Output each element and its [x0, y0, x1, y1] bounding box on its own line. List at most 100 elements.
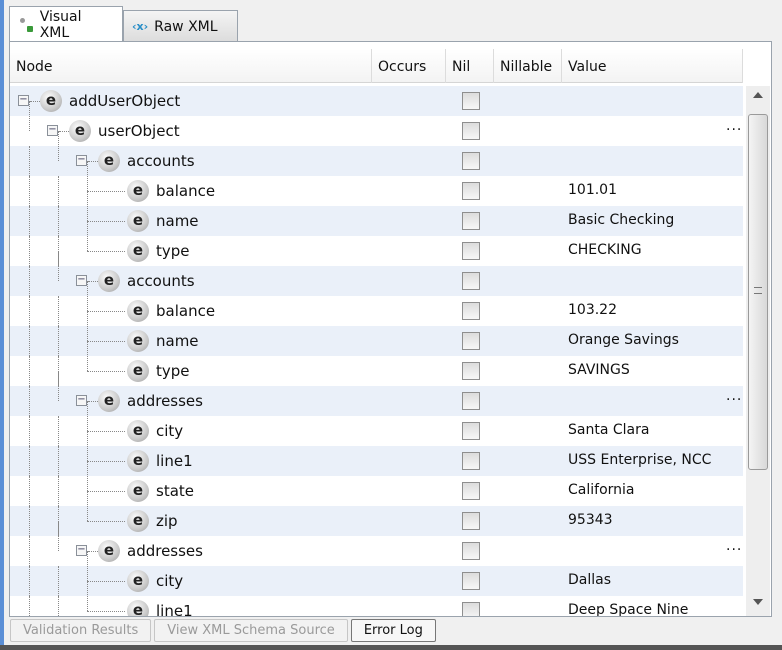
node-value[interactable]: 103.22: [568, 302, 617, 318]
column-header-value[interactable]: Value: [562, 49, 743, 83]
nil-checkbox[interactable]: [462, 122, 480, 140]
more-button[interactable]: ...: [726, 118, 742, 134]
tab-visual-xml[interactable]: Visual XML: [9, 6, 123, 42]
nil-checkbox[interactable]: [462, 182, 480, 200]
table-row[interactable]: e type CHECKING: [10, 221, 743, 266]
table-row[interactable]: e balance 101.01: [10, 161, 743, 206]
node-value[interactable]: 101.01: [568, 182, 617, 198]
nil-checkbox[interactable]: [462, 362, 480, 380]
tree-line: [58, 251, 59, 281]
collapse-toggle-icon[interactable]: −: [76, 155, 87, 166]
tab-error-log[interactable]: Error Log: [350, 619, 436, 642]
table-row[interactable]: e city Santa Clara: [10, 401, 743, 446]
node-value[interactable]: Basic Checking: [568, 212, 674, 228]
tree-line: [58, 446, 59, 476]
nil-checkbox[interactable]: [462, 302, 480, 320]
table-row[interactable]: e line1 USS Enterprise, NCC: [10, 431, 743, 476]
table-row[interactable]: − e addresses...: [10, 521, 743, 566]
nil-checkbox[interactable]: [462, 452, 480, 470]
tree-line: [29, 446, 30, 476]
nil-checkbox[interactable]: [462, 152, 480, 170]
tree-line: [87, 431, 88, 461]
nil-checkbox[interactable]: [462, 422, 480, 440]
element-icon: e: [127, 570, 149, 592]
collapse-toggle-icon[interactable]: −: [76, 545, 87, 556]
tree-line: [30, 101, 40, 102]
table-row[interactable]: e state California: [10, 461, 743, 506]
nil-checkbox[interactable]: [462, 332, 480, 350]
tree-line: [29, 566, 30, 596]
element-icon: e: [98, 270, 120, 292]
node-value[interactable]: Deep Space Nine: [568, 602, 688, 616]
nil-checkbox[interactable]: [462, 572, 480, 590]
tree-line: [58, 296, 59, 326]
table-row[interactable]: e city Dallas: [10, 551, 743, 596]
vertical-scrollbar[interactable]: [746, 86, 770, 616]
element-icon: e: [127, 600, 149, 616]
nil-checkbox[interactable]: [462, 272, 480, 290]
xml-tree-table: Node Occurs Nil Nillable Value − e addUser…: [9, 41, 772, 617]
tree-line: [58, 521, 59, 551]
nil-checkbox[interactable]: [462, 242, 480, 260]
nil-checkbox[interactable]: [462, 512, 480, 530]
scrollbar-thumb[interactable]: [748, 114, 768, 470]
tab-view-xml-schema-source[interactable]: View XML Schema Source: [154, 619, 348, 642]
table-row[interactable]: e name Orange Savings: [10, 311, 743, 356]
node-value[interactable]: USS Enterprise, NCC: [568, 452, 711, 468]
nil-checkbox[interactable]: [462, 212, 480, 230]
tree-line: [87, 431, 125, 432]
table-row[interactable]: − e addresses...: [10, 371, 743, 416]
node-value[interactable]: SAVINGS: [568, 362, 630, 378]
tree-line: [87, 311, 125, 312]
node-value[interactable]: Santa Clara: [568, 422, 649, 438]
table-row[interactable]: e balance 103.22: [10, 281, 743, 326]
column-header-occurs[interactable]: Occurs: [372, 49, 446, 83]
nil-checkbox[interactable]: [462, 92, 480, 110]
nil-checkbox[interactable]: [462, 542, 480, 560]
node-value[interactable]: 95343: [568, 512, 613, 528]
nil-checkbox[interactable]: [462, 392, 480, 410]
table-row[interactable]: e type SAVINGS: [10, 341, 743, 386]
element-icon: e: [69, 120, 91, 142]
column-header-nil[interactable]: Nil: [446, 49, 494, 83]
nil-checkbox[interactable]: [462, 482, 480, 500]
tree-line: [87, 491, 125, 492]
more-button[interactable]: ...: [726, 538, 742, 554]
tab-validation-results[interactable]: Validation Results: [10, 619, 152, 642]
node-value[interactable]: Dallas: [568, 572, 611, 588]
node-name: type: [156, 242, 190, 260]
node-value[interactable]: California: [568, 482, 634, 498]
table-row[interactable]: − e userObject...: [10, 101, 743, 146]
more-button[interactable]: ...: [726, 388, 742, 404]
element-icon: e: [127, 360, 149, 382]
tree-line: [87, 191, 88, 221]
table-row[interactable]: − e accounts: [10, 251, 743, 296]
element-icon: e: [127, 210, 149, 232]
node-value[interactable]: CHECKING: [568, 242, 642, 258]
tree-line: [87, 581, 88, 611]
table-row[interactable]: e line1 Deep Space Nine: [10, 581, 743, 616]
nil-checkbox[interactable]: [462, 602, 480, 616]
scroll-up-arrow[interactable]: [753, 92, 763, 98]
collapse-toggle-icon[interactable]: −: [76, 395, 87, 406]
tree-line: [29, 296, 30, 326]
scroll-down-arrow[interactable]: [753, 599, 763, 605]
element-icon: e: [127, 450, 149, 472]
element-icon: e: [127, 300, 149, 322]
tree-line: [87, 251, 125, 252]
collapse-toggle-icon[interactable]: −: [47, 125, 58, 136]
table-row[interactable]: − e addUserObject: [10, 86, 743, 116]
table-row[interactable]: e zip 95343: [10, 491, 743, 536]
tree-line: [87, 191, 125, 192]
collapse-toggle-icon[interactable]: −: [18, 95, 29, 106]
node-value[interactable]: Orange Savings: [568, 332, 679, 348]
tree-line: [87, 581, 125, 582]
column-header-nillable[interactable]: Nillable: [494, 49, 562, 83]
tab-raw-xml[interactable]: ‹x› Raw XML: [123, 10, 238, 42]
tree-line: [88, 281, 98, 282]
table-row[interactable]: − e accounts: [10, 131, 743, 176]
table-row[interactable]: e name Basic Checking: [10, 191, 743, 236]
tree-line: [29, 236, 30, 266]
column-header-node[interactable]: Node: [10, 49, 372, 83]
collapse-toggle-icon[interactable]: −: [76, 275, 87, 286]
